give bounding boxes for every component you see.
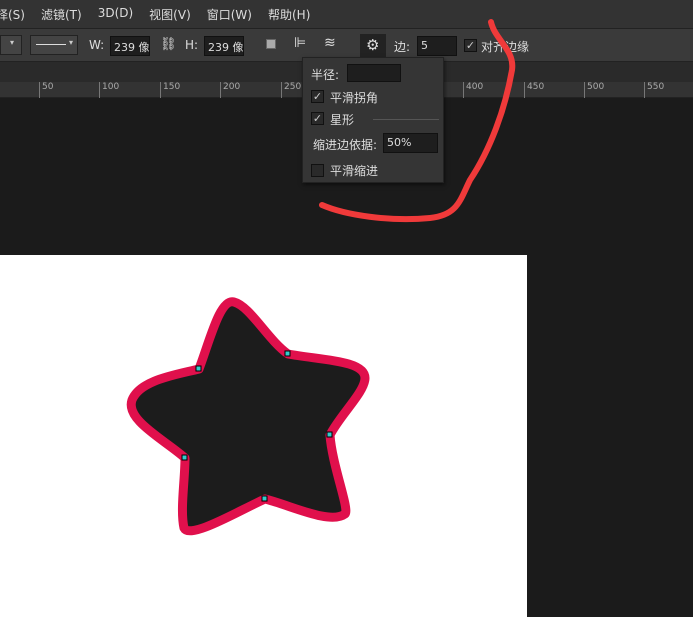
smooth-corners-checkbox[interactable]: ✓ xyxy=(311,90,324,103)
anchor-point[interactable] xyxy=(284,350,291,357)
smooth-indent-label: 平滑缩进 xyxy=(330,164,379,178)
smooth-indent-checkbox[interactable] xyxy=(311,164,324,177)
indent-input[interactable]: 50% xyxy=(383,133,438,153)
radius-input[interactable] xyxy=(347,64,401,82)
anchor-point[interactable] xyxy=(261,495,268,502)
anchor-point[interactable] xyxy=(326,431,333,438)
anchor-point[interactable] xyxy=(181,454,188,461)
divider xyxy=(373,119,439,120)
star-shape[interactable] xyxy=(126,297,370,536)
anchor-point[interactable] xyxy=(195,365,202,372)
star-label: 星形 xyxy=(330,113,355,127)
radius-label: 半径: xyxy=(311,68,340,82)
indent-label: 缩进边依据: xyxy=(313,138,378,152)
star-checkbox[interactable]: ✓ xyxy=(311,112,324,125)
geometry-options-popup: 半径: ✓ 平滑拐角 ✓ 星形 缩进边依据: 50% 平滑缩进 xyxy=(302,57,444,183)
smooth-corners-label: 平滑拐角 xyxy=(330,91,379,105)
